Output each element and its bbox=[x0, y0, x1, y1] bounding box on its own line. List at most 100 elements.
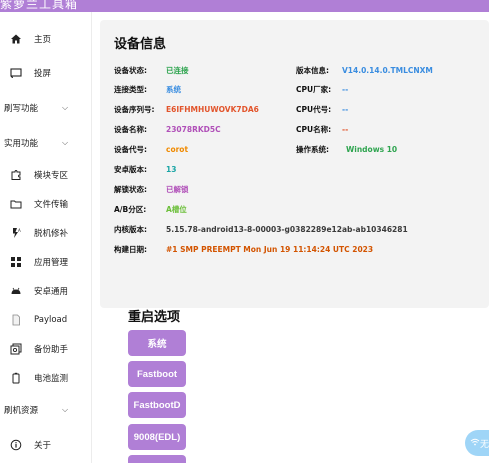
unlock-state-value: 已解锁 bbox=[166, 184, 189, 194]
cpu-codename-value: -- bbox=[342, 104, 349, 114]
device-status-value: 已连接 bbox=[166, 65, 189, 75]
info-key: 操作系统: bbox=[296, 144, 329, 154]
os-value: Windows 10 bbox=[346, 144, 398, 154]
reboot-fastbootd-button[interactable]: FastbootD bbox=[128, 392, 186, 418]
ab-slot-value: A槽位 bbox=[166, 204, 187, 214]
main-content: 设备信息 设备状态: 已连接 连接类型: 系统 设备序列号: E6IFHMHUW… bbox=[92, 12, 489, 463]
reboot-edl-button[interactable]: 9008(EDL) bbox=[128, 424, 186, 450]
sidebar-group-flash[interactable]: 刷写功能 ⌵ bbox=[0, 96, 92, 120]
info-row: 设备序列号: E6IFHMHUWOVK7DA6 bbox=[114, 102, 259, 116]
info-row: 解锁状态: 已解锁 bbox=[114, 182, 189, 196]
device-info-title: 设备信息 bbox=[114, 37, 167, 52]
sidebar-item-home[interactable]: 主页 bbox=[0, 27, 92, 51]
info-row: CPU名称: -- bbox=[296, 122, 348, 136]
info-key: 构建日期: bbox=[114, 244, 147, 254]
android-icon bbox=[9, 284, 23, 298]
sidebar-item-label: 应用管理 bbox=[34, 258, 69, 268]
reboot-system-button[interactable]: 系统 bbox=[128, 330, 186, 356]
sidebar-item-about[interactable]: 关于 bbox=[0, 433, 92, 457]
info-row: CPU代号: -- bbox=[296, 102, 348, 116]
info-row: CPU厂家: -- bbox=[296, 82, 348, 96]
sidebar-item-files[interactable]: 文件传输 bbox=[0, 192, 92, 216]
sidebar-item-label: Payload bbox=[34, 315, 68, 325]
info-key: 解锁状态: bbox=[114, 184, 147, 194]
sidebar-item-battery[interactable]: 电池监测 bbox=[0, 366, 92, 390]
sidebar-item-backup[interactable]: 备份助手 bbox=[0, 337, 92, 361]
info-icon bbox=[9, 438, 23, 452]
floating-wifi-badge[interactable]: 无 bbox=[465, 430, 489, 456]
sidebar-item-label: 关于 bbox=[34, 441, 52, 451]
info-key: 内核版本: bbox=[114, 224, 147, 234]
info-key: 版本信息: bbox=[296, 65, 329, 75]
serial-value: E6IFHMHUWOVK7DA6 bbox=[166, 104, 259, 114]
sidebar: 主页 投屏 刷写功能 ⌵ 实用功能 ⌵ 模块专区 文件传输 A 脱机修补 应用管… bbox=[0, 12, 92, 463]
info-row: 设备名称: 23078RKD5C bbox=[114, 122, 221, 136]
info-row: 操作系统: Windows 10 bbox=[296, 142, 397, 156]
sidebar-item-label: 模块专区 bbox=[34, 171, 69, 181]
floating-badge-label: 无 bbox=[480, 439, 489, 450]
info-row: A/B分区: A槽位 bbox=[114, 202, 187, 216]
svg-text:A: A bbox=[18, 228, 21, 233]
backup-icon bbox=[9, 342, 23, 356]
sidebar-group-resources[interactable]: 刷机资源 ⌵ bbox=[0, 398, 92, 422]
chevron-down-icon: ⌵ bbox=[62, 405, 69, 414]
info-key: CPU代号: bbox=[296, 104, 332, 114]
sidebar-item-label: 电池监测 bbox=[34, 374, 69, 384]
sidebar-item-modules[interactable]: 模块专区 bbox=[0, 163, 92, 187]
flash-icon: A bbox=[9, 226, 23, 240]
rom-version-value: V14.0.14.0.TMLCNXM bbox=[342, 65, 433, 75]
android-version-value: 13 bbox=[166, 164, 177, 174]
info-row: 内核版本: 5.15.78-android13-8-00003-g0382289… bbox=[114, 222, 408, 236]
info-key: CPU名称: bbox=[296, 124, 332, 134]
sidebar-item-cast[interactable]: 投屏 bbox=[0, 61, 92, 85]
codename-value: corot bbox=[166, 144, 189, 154]
sidebar-item-label: 备份助手 bbox=[34, 345, 69, 355]
sidebar-item-label: 文件传输 bbox=[34, 200, 69, 210]
sidebar-item-label: 脱机修补 bbox=[34, 229, 69, 239]
info-row: 设备状态: 已连接 bbox=[114, 63, 189, 77]
battery-icon bbox=[9, 371, 23, 385]
sidebar-item-apps[interactable]: 应用管理 bbox=[0, 250, 92, 274]
screen-cast-icon bbox=[9, 66, 23, 80]
wifi-icon bbox=[470, 437, 480, 450]
info-row: 安卓版本: 13 bbox=[114, 162, 176, 176]
info-key: 设备状态: bbox=[114, 65, 147, 75]
build-date-value: #1 SMP PREEMPT Mon Jun 19 11:14:24 UTC 2… bbox=[166, 244, 374, 254]
sidebar-item-label: 投屏 bbox=[34, 69, 52, 79]
device-info-card: 设备信息 设备状态: 已连接 连接类型: 系统 设备序列号: E6IFHMHUW… bbox=[100, 20, 489, 308]
cpu-name-value: -- bbox=[342, 124, 349, 134]
folder-icon bbox=[9, 197, 23, 211]
home-icon bbox=[9, 32, 23, 46]
sidebar-item-android[interactable]: 安卓通用 bbox=[0, 279, 92, 303]
info-row: 设备代号: corot bbox=[114, 142, 188, 156]
info-row: 连接类型: 系统 bbox=[114, 82, 181, 96]
app-title: 紫萝兰工具箱 bbox=[0, 0, 79, 11]
info-key: 连接类型: bbox=[114, 84, 147, 94]
sidebar-group-label: 刷机资源 bbox=[4, 406, 39, 416]
document-icon bbox=[9, 313, 23, 327]
chevron-down-icon: ⌵ bbox=[62, 138, 69, 147]
reboot-recovery-button[interactable] bbox=[128, 455, 186, 463]
info-key: 设备名称: bbox=[114, 124, 147, 134]
apps-icon bbox=[9, 255, 23, 269]
reboot-options-title: 重启选项 bbox=[128, 310, 181, 325]
reboot-fastboot-button[interactable]: Fastboot bbox=[128, 361, 186, 387]
sidebar-item-label: 主页 bbox=[34, 35, 52, 45]
info-key: CPU厂家: bbox=[296, 84, 332, 94]
sidebar-group-label: 实用功能 bbox=[4, 139, 39, 149]
chevron-down-icon: ⌵ bbox=[62, 103, 69, 112]
info-row: 构建日期: #1 SMP PREEMPT Mon Jun 19 11:14:24… bbox=[114, 242, 373, 256]
info-row: 版本信息: V14.0.14.0.TMLCNXM bbox=[296, 63, 433, 77]
sidebar-group-util[interactable]: 实用功能 ⌵ bbox=[0, 131, 92, 155]
connection-type-value: 系统 bbox=[166, 84, 181, 94]
puzzle-icon bbox=[9, 168, 23, 182]
sidebar-group-label: 刷写功能 bbox=[4, 104, 39, 114]
sidebar-item-patch[interactable]: A 脱机修补 bbox=[0, 221, 92, 245]
cpu-vendor-value: -- bbox=[342, 84, 349, 94]
sidebar-item-label: 安卓通用 bbox=[34, 287, 69, 297]
info-key: 安卓版本: bbox=[114, 164, 147, 174]
sidebar-item-payload[interactable]: Payload bbox=[0, 308, 92, 332]
title-bar: 紫萝兰工具箱 bbox=[0, 0, 489, 12]
device-name-value: 23078RKD5C bbox=[166, 124, 221, 134]
info-key: A/B分区: bbox=[114, 204, 147, 214]
